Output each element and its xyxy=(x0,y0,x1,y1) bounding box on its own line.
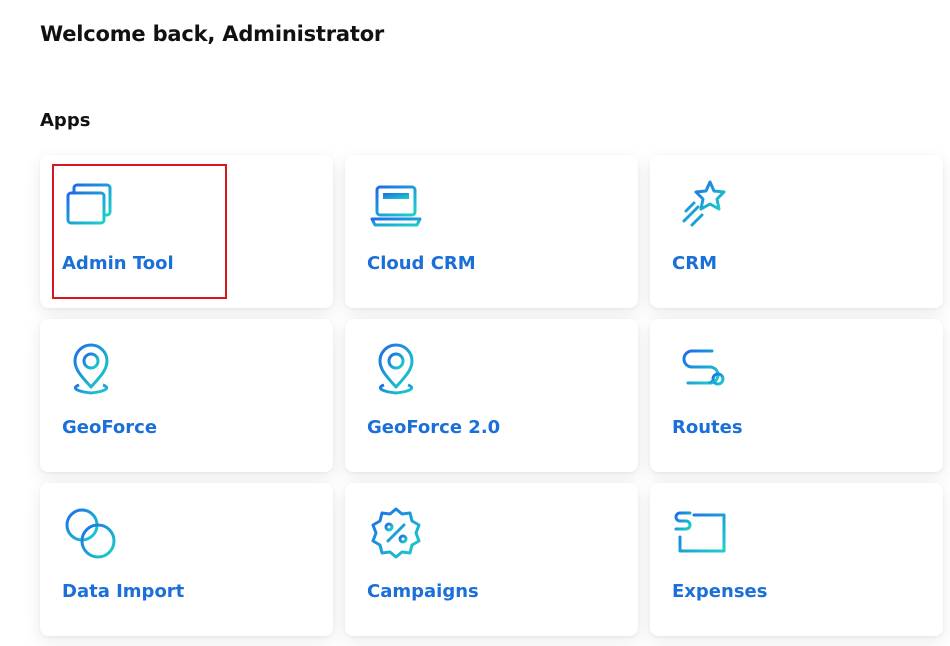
map-pin-icon xyxy=(367,341,425,399)
laptop-icon xyxy=(367,177,425,235)
app-tile-label: Expenses xyxy=(672,581,768,602)
app-tile-label: Campaigns xyxy=(367,581,479,602)
app-tile-label: CRM xyxy=(672,253,717,274)
app-tile-label: GeoForce xyxy=(62,417,158,438)
route-icon xyxy=(672,341,730,399)
app-tile-data-import[interactable]: Data Import xyxy=(40,483,333,636)
app-tile-expenses[interactable]: Expenses xyxy=(650,483,943,636)
app-tile-admin-tool[interactable]: Admin Tool xyxy=(40,155,333,308)
shooting-star-icon xyxy=(672,177,730,235)
app-tile-label: Admin Tool xyxy=(62,253,174,274)
app-tile-routes[interactable]: Routes xyxy=(650,319,943,472)
app-tile-crm[interactable]: CRM xyxy=(650,155,943,308)
windows-stack-icon xyxy=(62,177,120,235)
percent-badge-icon xyxy=(367,505,425,563)
app-tile-campaigns[interactable]: Campaigns xyxy=(345,483,638,636)
overlapping-circles-icon xyxy=(62,505,120,563)
app-tile-geoforce[interactable]: GeoForce xyxy=(40,319,333,472)
app-tile-label: Cloud CRM xyxy=(367,253,476,274)
welcome-heading: Welcome back, Administrator xyxy=(40,22,385,46)
app-tile-label: Routes xyxy=(672,417,743,438)
map-pin-icon xyxy=(62,341,120,399)
apps-grid: Admin Tool Cloud CRM CRM GeoForce GeoFor… xyxy=(40,155,943,636)
app-tile-cloud-crm[interactable]: Cloud CRM xyxy=(345,155,638,308)
expense-sheet-icon xyxy=(672,505,730,563)
apps-section-title: Apps xyxy=(40,110,91,131)
app-tile-geoforce-2[interactable]: GeoForce 2.0 xyxy=(345,319,638,472)
app-tile-label: GeoForce 2.0 xyxy=(367,417,501,438)
app-tile-label: Data Import xyxy=(62,581,185,602)
